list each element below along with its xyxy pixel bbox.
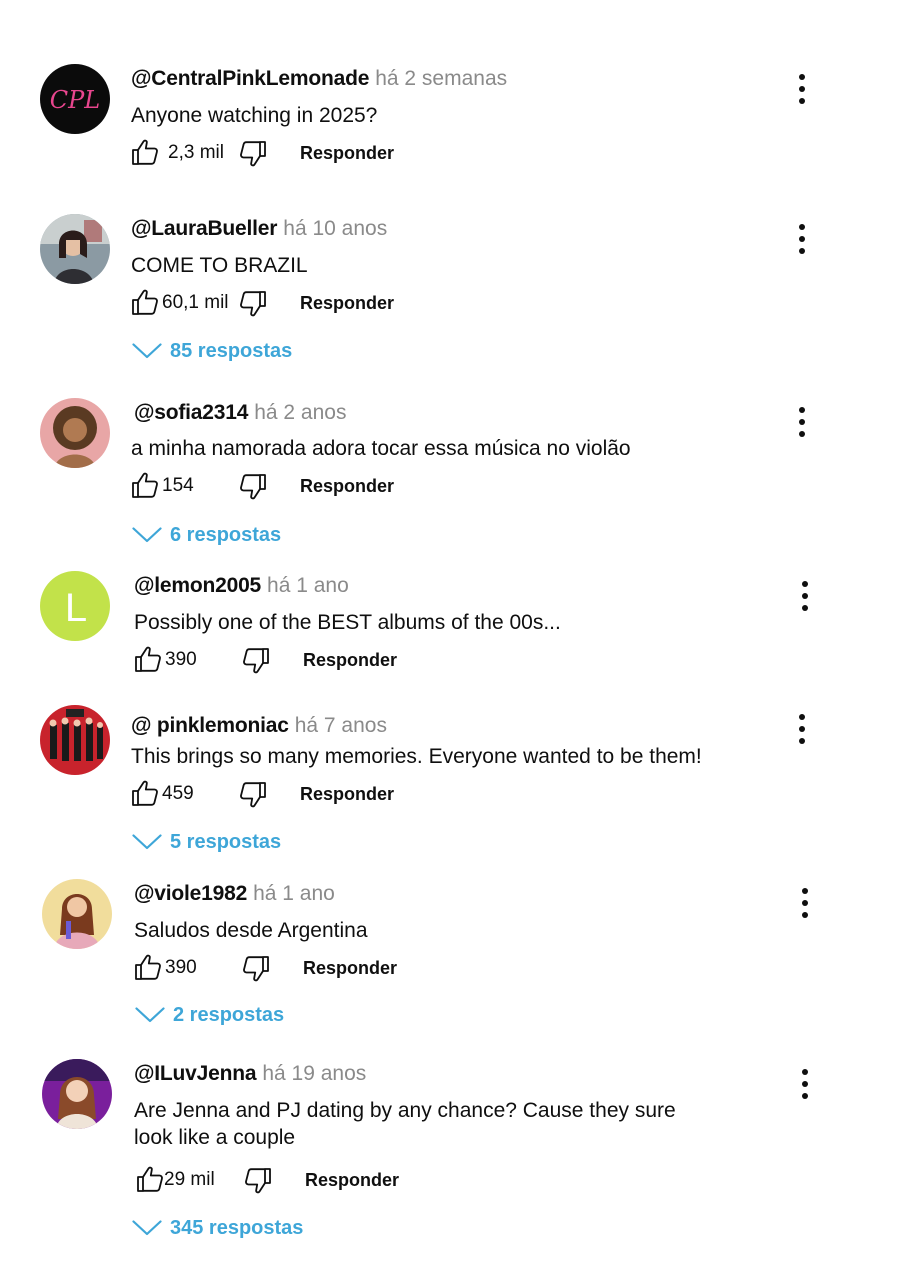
comment-text: Are Jenna and PJ dating by any chance? C… [134,1099,676,1122]
comment-text: a minha namorada adora tocar essa música… [131,437,631,460]
like-count: 390 [165,649,197,670]
thumbs-down-icon[interactable] [242,955,270,983]
comment-text: Anyone watching in 2025? [131,104,378,127]
author-name[interactable]: @viole1982 [134,882,247,905]
comment-time: há 19 anos [262,1062,367,1085]
avatar[interactable] [40,214,110,284]
author-name[interactable]: @ILuvJenna [134,1062,257,1085]
avatar[interactable]: CPL [40,64,110,134]
more-vertical-icon[interactable] [793,1067,817,1101]
thumbs-up-icon[interactable] [136,1165,164,1193]
thumbs-up-icon[interactable] [134,645,162,673]
comment-text: This brings so many memories. Everyone w… [131,745,702,768]
chevron-down-icon [132,834,162,850]
replies-count: 5 respostas [170,831,282,853]
comment-header: @viole1982 há 1 ano [134,881,335,907]
replies-count: 345 respostas [170,1217,304,1239]
thumbs-down-icon[interactable] [239,290,267,318]
comment-actions: 29 mil Responder [136,1163,436,1197]
author-name[interactable]: @sofia2314 [134,401,248,424]
thumbs-down-icon[interactable] [239,140,267,168]
like-count: 2,3 mil [168,142,224,163]
comment-time: há 1 ano [267,574,349,597]
thumbs-up-icon[interactable] [131,471,159,499]
comment-header: @sofia2314 há 2 anos [134,400,346,426]
comment-text-line-2: look like a couple [134,1126,296,1149]
avatar[interactable] [42,879,112,949]
comment-time: há 7 anos [294,714,387,737]
comment-text: COME TO BRAZIL [131,254,308,277]
comment-time: há 1 ano [253,882,335,905]
thumbs-down-icon[interactable] [239,473,267,501]
avatar[interactable] [40,398,110,468]
chevron-down-icon [135,1007,165,1023]
replies-count: 85 respostas [170,340,293,362]
like-count: 154 [162,475,194,496]
comment-header: @lemon2005 há 1 ano [134,573,349,599]
avatar[interactable]: L [40,571,110,641]
comment-time: há 2 anos [254,401,347,424]
author-name[interactable]: @ pinklemoniac [131,714,289,737]
chevron-down-icon [132,343,162,359]
author-name[interactable]: @lemon2005 [134,574,261,597]
comment-header: @ pinklemoniac há 7 anos [131,713,387,739]
thumbs-up-icon[interactable] [131,138,159,166]
comment-text: Saludos desde Argentina [134,919,368,942]
thumbs-up-icon[interactable] [134,953,162,981]
author-name[interactable]: @LauraBueller [131,217,277,240]
more-vertical-icon[interactable] [790,405,814,439]
more-vertical-icon[interactable] [793,886,817,920]
thumbs-up-icon[interactable] [131,288,159,316]
comment-text: Possibly one of the BEST albums of the 0… [134,611,561,634]
replies-count: 2 respostas [173,1004,285,1026]
thumbs-down-icon[interactable] [239,781,267,809]
avatar[interactable] [40,705,110,775]
comment-time: há 2 semanas [375,67,508,90]
comment-actions: 154 Responder [131,469,431,503]
thumbs-down-icon[interactable] [244,1167,272,1195]
like-count: 459 [162,783,194,804]
like-count: 29 mil [164,1169,215,1190]
author-name[interactable]: @CentralPinkLemonade [131,67,369,90]
comment-time: há 10 anos [283,217,388,240]
comment-actions: 390 Responder [134,643,434,677]
comment-actions: 390 Responder [134,951,434,985]
comment-actions: 459 Responder [131,777,431,811]
comment-header: @LauraBueller há 10 anos [131,216,387,242]
reply-button[interactable]: Responder [300,474,394,498]
thumbs-down-icon[interactable] [242,647,270,675]
chevron-down-icon [132,1220,162,1236]
replies-count: 6 respostas [170,524,282,546]
avatar[interactable] [42,1059,112,1129]
reply-button[interactable]: Responder [300,141,394,165]
chevron-down-icon [132,527,162,543]
comment-header: @ILuvJenna há 19 anos [134,1061,366,1087]
reply-button[interactable]: Responder [303,648,397,672]
like-count: 390 [165,957,197,978]
avatar-initial: L [65,586,87,630]
thumbs-up-icon[interactable] [131,779,159,807]
more-vertical-icon[interactable] [790,712,814,746]
more-vertical-icon[interactable] [790,222,814,256]
more-vertical-icon[interactable] [790,72,814,106]
reply-button[interactable]: Responder [305,1168,399,1192]
more-vertical-icon[interactable] [793,579,817,613]
comment-actions: 2,3 mil Responder [131,136,431,170]
comment-actions: 60,1 mil Responder [131,286,431,320]
reply-button[interactable]: Responder [303,956,397,980]
comment-header: @CentralPinkLemonade há 2 semanas [131,66,507,92]
avatar-initials: CPL [50,86,100,114]
like-count: 60,1 mil [162,292,229,313]
reply-button[interactable]: Responder [300,782,394,806]
reply-button[interactable]: Responder [300,291,394,315]
